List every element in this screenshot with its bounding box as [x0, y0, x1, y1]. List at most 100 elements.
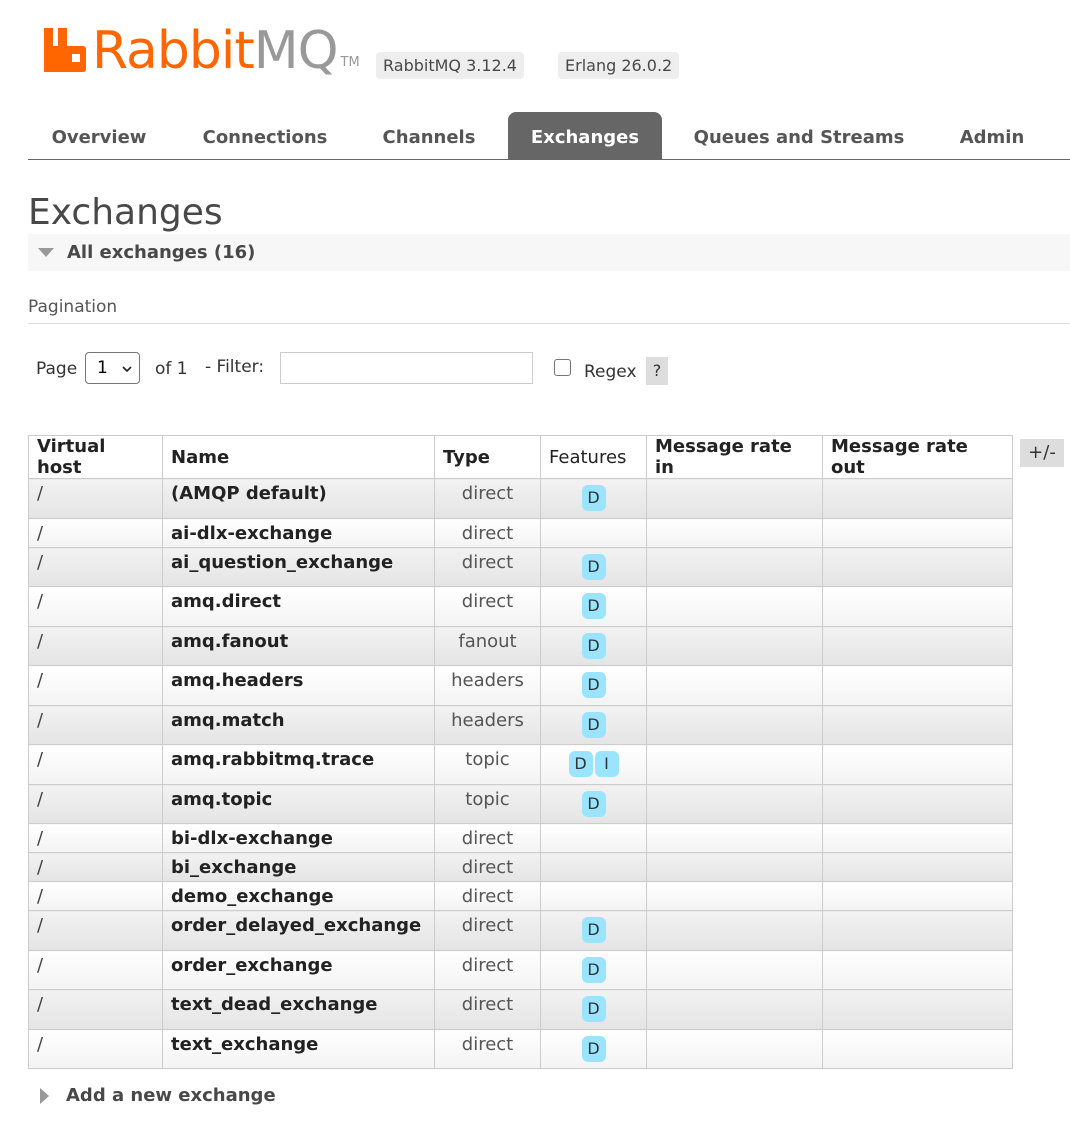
cell-exchange-name-link[interactable]: amq.match: [162, 705, 435, 745]
cell-features: D: [540, 547, 647, 587]
tab-channels[interactable]: Channels: [368, 112, 490, 159]
cell-virtual-host: /: [28, 705, 163, 745]
cell-message-rate-out: [822, 989, 1013, 1030]
cell-virtual-host: /: [28, 881, 163, 911]
cell-exchange-name-link[interactable]: demo_exchange: [162, 881, 435, 911]
tab-connections[interactable]: Connections: [188, 112, 342, 159]
regex-help-button[interactable]: ?: [646, 357, 668, 385]
cell-message-rate-in: [646, 1029, 823, 1069]
page-label: Page: [36, 359, 78, 379]
cell-virtual-host: /: [28, 989, 163, 1030]
cell-type: direct: [434, 910, 541, 951]
cell-virtual-host: /: [28, 547, 163, 587]
add-exchange-label: Add a new exchange: [66, 1085, 276, 1106]
cell-message-rate-in: [646, 784, 823, 824]
cell-exchange-name-link[interactable]: amq.rabbitmq.trace: [162, 744, 435, 785]
cell-type: direct: [434, 989, 541, 1030]
col-header-name[interactable]: Name: [162, 435, 435, 479]
cell-type: headers: [434, 665, 541, 706]
cell-features: D: [540, 910, 647, 951]
tab-exchanges[interactable]: Exchanges: [508, 112, 662, 159]
cell-exchange-name-link[interactable]: bi_exchange: [162, 852, 435, 882]
cell-message-rate-out: [822, 665, 1013, 706]
logo-trademark: TM: [340, 55, 360, 70]
table-row: / text_dead_exchange direct D: [28, 989, 1013, 1030]
rabbitmq-logo[interactable]: Rabbit MQ TM: [44, 25, 360, 77]
cell-virtual-host: /: [28, 665, 163, 706]
cell-message-rate-in: [646, 823, 823, 853]
section-title: All exchanges (16): [67, 242, 256, 263]
cell-exchange-name-link[interactable]: (AMQP default): [162, 478, 435, 519]
tab-queues-and-streams[interactable]: Queues and Streams: [680, 112, 918, 159]
table-row: / amq.topic topic D: [28, 784, 1013, 824]
cell-exchange-name-link[interactable]: order_exchange: [162, 950, 435, 990]
filter-label: - Filter:: [205, 357, 265, 377]
tab-admin[interactable]: Admin: [944, 112, 1040, 159]
cell-exchange-name-link[interactable]: ai_question_exchange: [162, 547, 435, 587]
cell-exchange-name-link[interactable]: bi-dlx-exchange: [162, 823, 435, 853]
cell-virtual-host: /: [28, 586, 163, 627]
table-row: / bi-dlx-exchange direct: [28, 823, 1013, 853]
filter-input[interactable]: [280, 352, 533, 384]
cell-message-rate-in: [646, 626, 823, 666]
col-header-type[interactable]: Type: [434, 435, 541, 479]
regex-label: Regex: [584, 362, 637, 382]
cell-virtual-host: /: [28, 823, 163, 853]
cell-exchange-name-link[interactable]: ai-dlx-exchange: [162, 518, 435, 548]
cell-message-rate-out: [822, 881, 1013, 911]
regex-checkbox[interactable]: [554, 359, 571, 376]
page-of-label: of 1: [155, 359, 188, 379]
cell-virtual-host: /: [28, 478, 163, 519]
cell-exchange-name-link[interactable]: amq.fanout: [162, 626, 435, 666]
cell-features: [540, 823, 647, 853]
col-header-virtual-host[interactable]: Virtual host: [28, 435, 163, 479]
cell-message-rate-in: [646, 518, 823, 548]
cell-virtual-host: /: [28, 852, 163, 882]
durable-badge: D: [581, 485, 606, 511]
cell-type: direct: [434, 881, 541, 911]
cell-exchange-name-link[interactable]: text_exchange: [162, 1029, 435, 1069]
tab-overview[interactable]: Overview: [28, 112, 170, 159]
cell-message-rate-in: [646, 705, 823, 745]
durable-badge: D: [581, 1036, 606, 1062]
durable-badge: D: [581, 593, 606, 619]
cell-type: topic: [434, 784, 541, 824]
cell-exchange-name-link[interactable]: amq.topic: [162, 784, 435, 824]
cell-message-rate-in: [646, 547, 823, 587]
table-row: / ai-dlx-exchange direct: [28, 518, 1013, 548]
cell-features: [540, 518, 647, 548]
cell-features: D: [540, 989, 647, 1030]
page-title: Exchanges: [28, 192, 223, 233]
durable-badge: D: [581, 791, 606, 817]
cell-virtual-host: /: [28, 784, 163, 824]
cell-message-rate-in: [646, 478, 823, 519]
cell-features: D: [540, 478, 647, 519]
cell-message-rate-out: [822, 705, 1013, 745]
table-row: / bi_exchange direct: [28, 852, 1013, 882]
cell-exchange-name-link[interactable]: amq.direct: [162, 586, 435, 627]
cell-exchange-name-link[interactable]: amq.headers: [162, 665, 435, 706]
col-header-message-rate-out[interactable]: Message rate out: [822, 435, 1013, 479]
table-row: / amq.headers headers D: [28, 665, 1013, 706]
table-row: / demo_exchange direct: [28, 881, 1013, 911]
add-exchange-section-toggle[interactable]: Add a new exchange: [40, 1085, 276, 1106]
cell-features: DI: [540, 744, 647, 785]
cell-exchange-name-link[interactable]: order_delayed_exchange: [162, 910, 435, 951]
main-nav-tabs: Overview Connections Channels Exchanges …: [28, 112, 1070, 160]
col-header-message-rate-in[interactable]: Message rate in: [646, 435, 823, 479]
cell-features: D: [540, 626, 647, 666]
table-row: / order_delayed_exchange direct D: [28, 910, 1013, 951]
all-exchanges-section-toggle[interactable]: All exchanges (16): [28, 234, 1070, 271]
table-row: / amq.match headers D: [28, 705, 1013, 745]
cell-message-rate-out: [822, 478, 1013, 519]
column-toggle-button[interactable]: +/-: [1020, 439, 1064, 467]
table-row: / text_exchange direct D: [28, 1029, 1013, 1069]
cell-message-rate-out: [822, 744, 1013, 785]
cell-virtual-host: /: [28, 518, 163, 548]
table-row: / ai_question_exchange direct D: [28, 547, 1013, 587]
durable-badge: D: [581, 672, 606, 698]
cell-type: topic: [434, 744, 541, 785]
page-select[interactable]: 1: [85, 352, 140, 384]
cell-exchange-name-link[interactable]: text_dead_exchange: [162, 989, 435, 1030]
durable-badge: D: [581, 633, 606, 659]
